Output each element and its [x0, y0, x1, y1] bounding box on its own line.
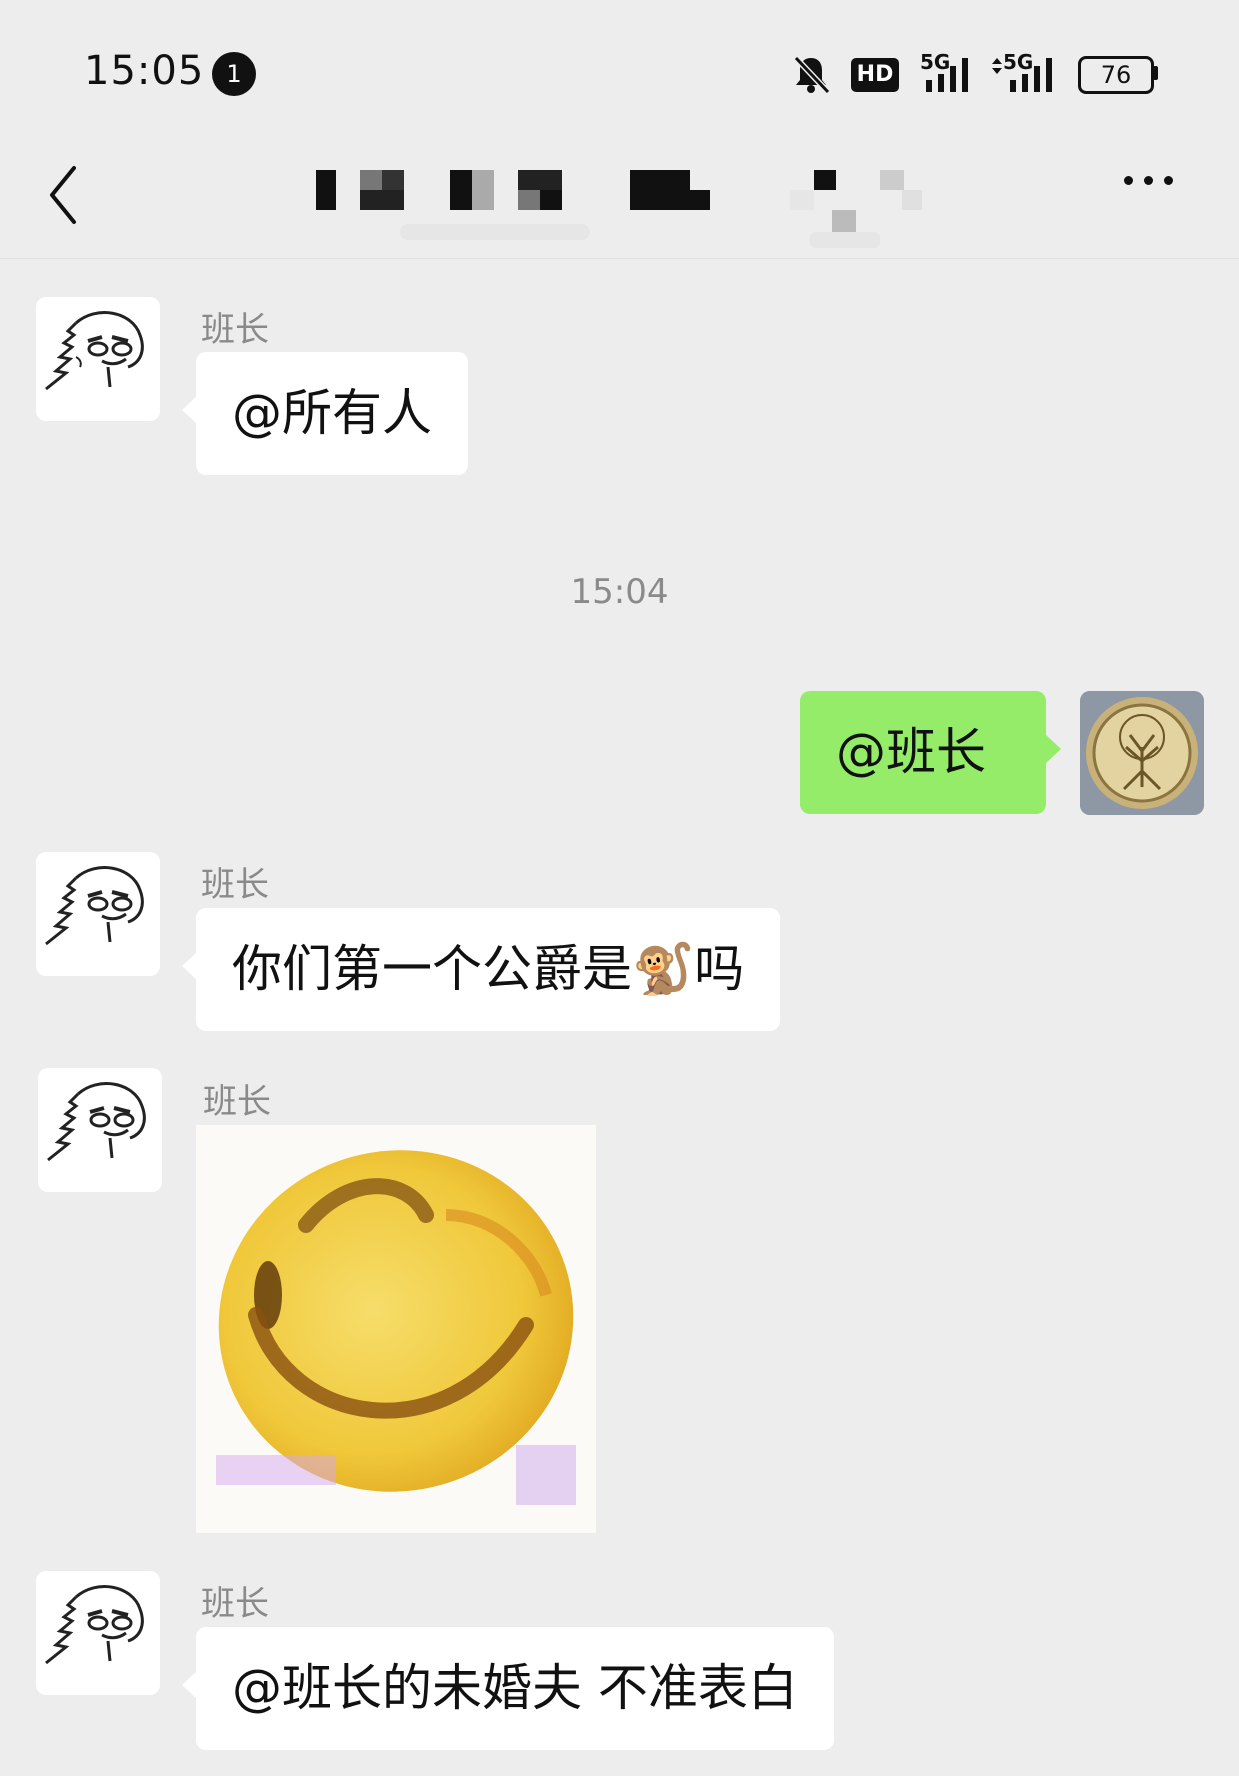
notification-badge: 1	[212, 52, 256, 96]
sticker-image[interactable]	[196, 1125, 596, 1533]
sender-name: 班长	[201, 1584, 269, 1624]
avatar-doodle	[45, 311, 144, 391]
status-bar: 15:05 1 HD 5G 5G 76	[0, 0, 1239, 140]
battery-level: 76	[1100, 61, 1132, 89]
avatar[interactable]	[36, 852, 160, 976]
back-icon[interactable]	[44, 160, 94, 230]
message-bubble[interactable]: @班长的未婚夫 不准表白	[182, 1627, 834, 1750]
signal-icon	[926, 58, 968, 92]
chat-title-redacted	[316, 170, 922, 248]
sender-name: 班长	[201, 310, 269, 350]
avatar-doodle	[47, 1082, 146, 1162]
battery-tip	[1153, 66, 1158, 80]
self-avatar[interactable]	[1080, 691, 1204, 815]
hd-icon: HD	[851, 58, 899, 92]
avatar[interactable]	[36, 1571, 160, 1695]
message-bubble[interactable]: @所有人	[182, 352, 468, 475]
sender-name: 班长	[203, 1082, 271, 1122]
laughing-emoji-sticker	[196, 1125, 596, 1533]
mute-bell-icon	[793, 55, 831, 94]
message-bubble-self[interactable]: @班长	[800, 691, 1061, 814]
avatar[interactable]	[38, 1068, 162, 1192]
status-time: 15:05	[84, 48, 205, 94]
signal-icon-2	[992, 58, 1052, 92]
more-icon[interactable]	[1120, 176, 1180, 190]
avatar-doodle	[45, 1585, 144, 1665]
sender-name: 班长	[201, 865, 269, 905]
coin-tree-avatar	[1080, 691, 1204, 815]
avatar[interactable]	[36, 297, 160, 421]
message-bubble[interactable]: 你们第一个公爵是🐒吗	[181, 908, 781, 1031]
timestamp-separator: 15:04	[570, 572, 669, 612]
battery-icon: 76	[1078, 56, 1154, 94]
avatar-doodle	[45, 866, 144, 946]
chat-header	[0, 140, 1239, 259]
